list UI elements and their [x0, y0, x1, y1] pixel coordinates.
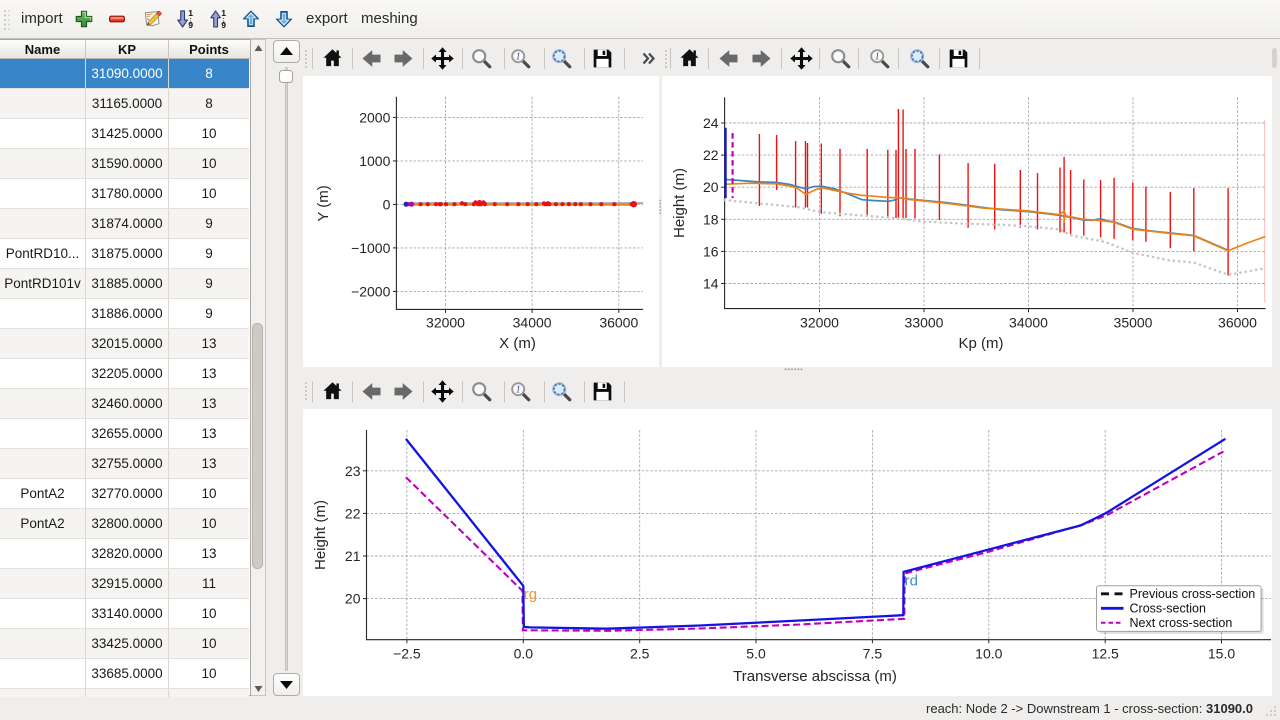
svg-text:36000: 36000	[599, 314, 638, 330]
svg-text:2000: 2000	[359, 109, 390, 125]
svg-text:Next cross-section: Next cross-section	[1130, 616, 1233, 630]
svg-text:X (m): X (m)	[499, 335, 536, 352]
svg-text:20: 20	[345, 591, 361, 607]
svg-text:10.0: 10.0	[975, 646, 1002, 662]
svg-text:−1000: −1000	[351, 240, 391, 256]
svg-text:14: 14	[703, 276, 719, 292]
svg-text:Height (m): Height (m)	[671, 168, 688, 238]
svg-text:Transverse abscissa (m): Transverse abscissa (m)	[733, 668, 897, 685]
svg-text:18: 18	[703, 211, 719, 227]
svg-text:7.5: 7.5	[863, 646, 883, 662]
svg-text:35000: 35000	[1114, 315, 1153, 331]
svg-text:0: 0	[383, 196, 391, 212]
svg-text:2.5: 2.5	[630, 646, 650, 662]
svg-text:20: 20	[703, 179, 719, 195]
svg-text:1000: 1000	[359, 153, 390, 169]
svg-text:Y (m): Y (m)	[315, 185, 332, 221]
svg-text:−2.5: −2.5	[393, 646, 421, 662]
svg-text:22: 22	[703, 147, 719, 163]
svg-text:5.0: 5.0	[746, 646, 766, 662]
svg-text:Previous cross-section: Previous cross-section	[1130, 587, 1256, 601]
svg-text:22: 22	[345, 505, 361, 521]
svg-text:0.0: 0.0	[514, 646, 534, 662]
svg-text:34000: 34000	[513, 314, 552, 330]
svg-text:rd: rd	[905, 573, 918, 590]
svg-text:23: 23	[345, 463, 361, 479]
svg-text:Kp (m): Kp (m)	[959, 335, 1004, 352]
svg-text:34000: 34000	[1009, 315, 1048, 331]
svg-text:32000: 32000	[800, 315, 839, 331]
svg-text:21: 21	[345, 548, 361, 564]
svg-text:rg: rg	[524, 586, 537, 603]
svg-text:16: 16	[703, 243, 719, 259]
svg-text:33000: 33000	[905, 315, 944, 331]
svg-text:12.5: 12.5	[1092, 646, 1119, 662]
svg-text:−2000: −2000	[351, 283, 391, 299]
svg-text:32000: 32000	[426, 314, 465, 330]
svg-text:24: 24	[703, 115, 719, 131]
svg-text:36000: 36000	[1218, 315, 1257, 331]
svg-text:15.0: 15.0	[1208, 646, 1235, 662]
svg-text:Height (m): Height (m)	[312, 500, 329, 570]
svg-text:Cross-section: Cross-section	[1130, 602, 1206, 616]
